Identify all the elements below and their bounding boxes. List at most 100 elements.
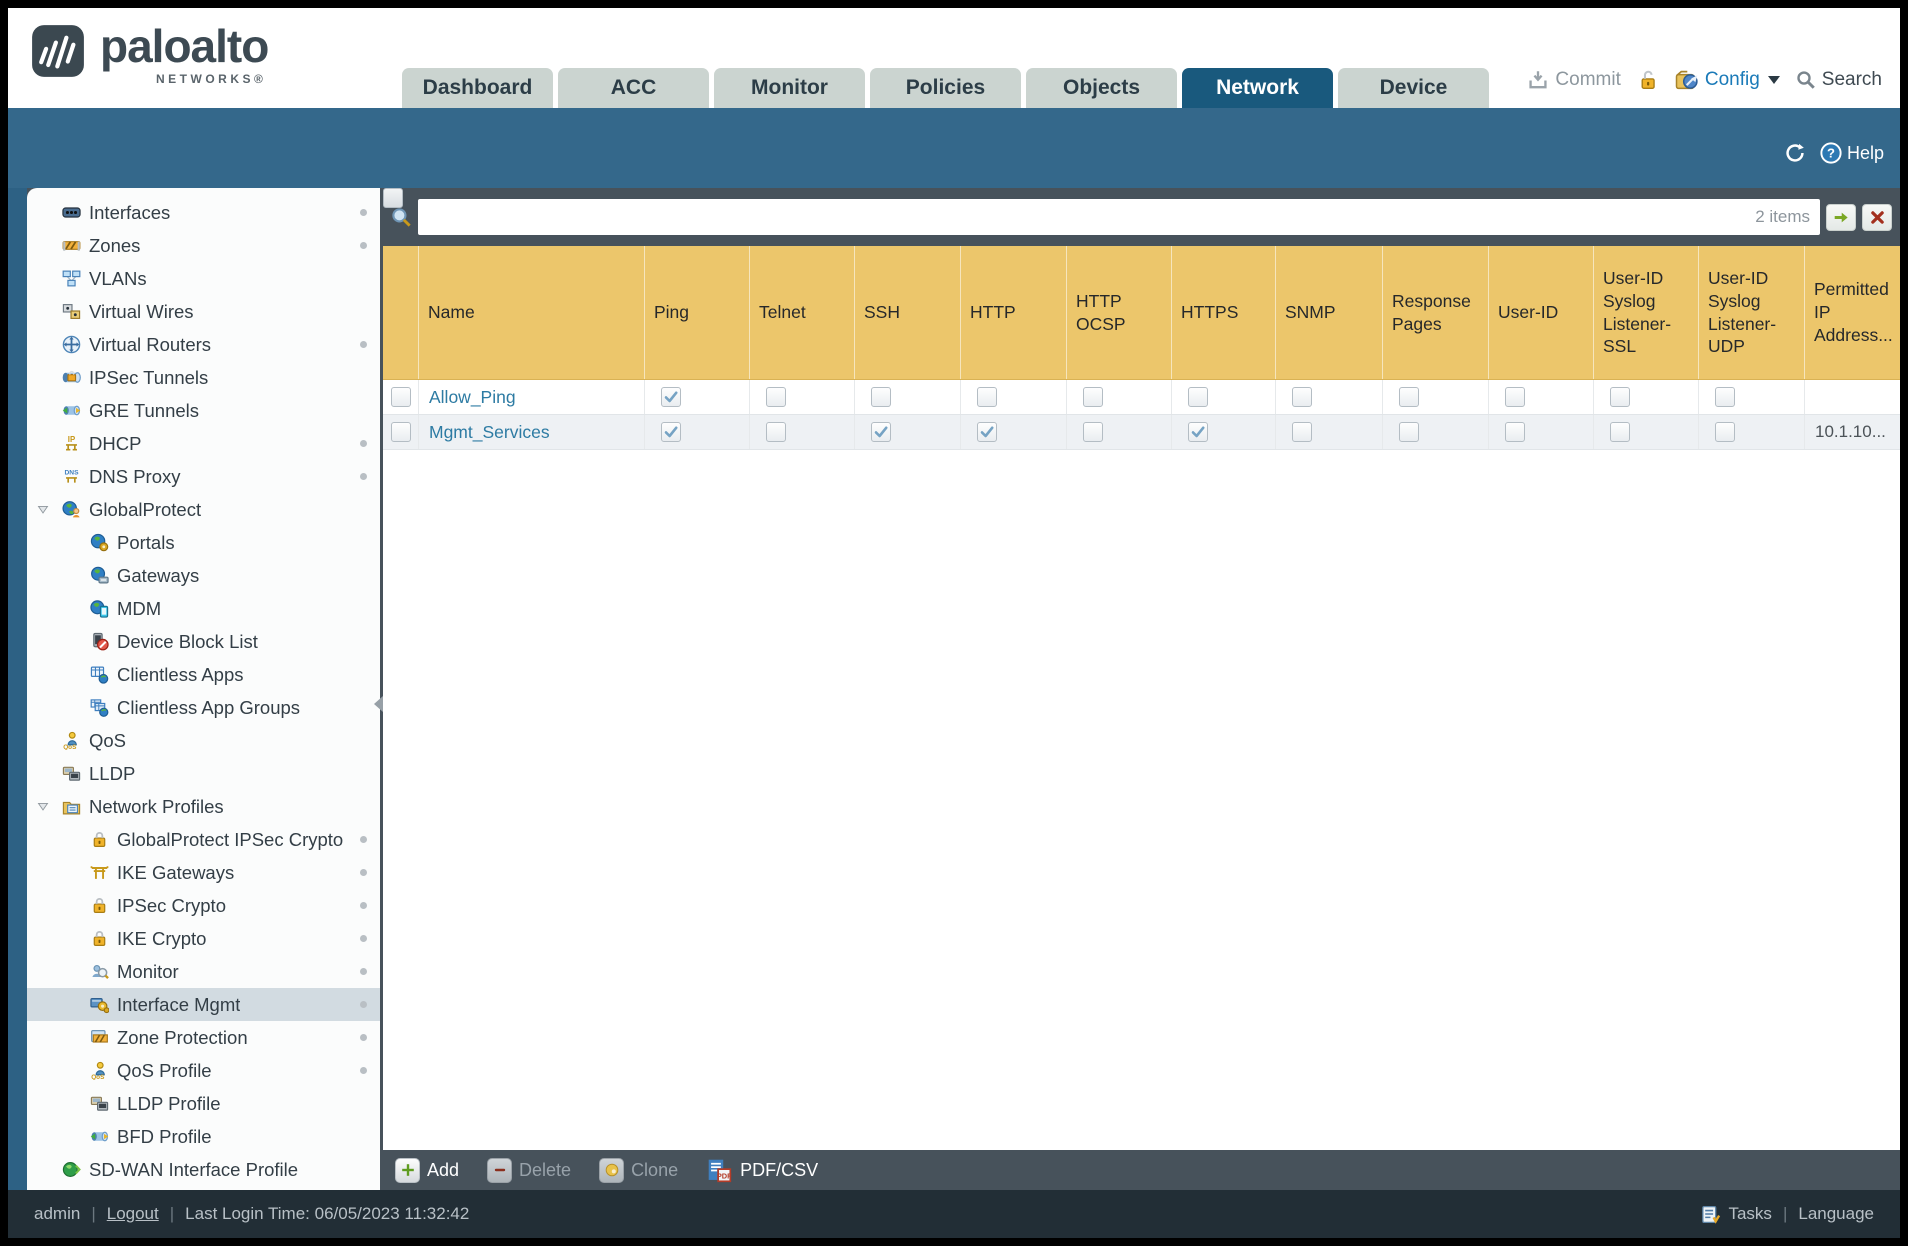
sidebar-collapse-icon[interactable] bbox=[374, 696, 383, 712]
sidebar-item[interactable]: DHCP bbox=[27, 427, 380, 460]
sidebar-item[interactable]: SD-WAN Interface Profile bbox=[27, 1153, 380, 1186]
monitor-profile-icon bbox=[90, 962, 109, 981]
clear-filter-button[interactable] bbox=[1862, 203, 1892, 231]
clone-button[interactable]: Clone bbox=[599, 1157, 678, 1183]
column-header[interactable]: SNMP bbox=[1276, 246, 1383, 379]
sidebar-item[interactable]: QoS Profile bbox=[27, 1054, 380, 1087]
sidebar-item[interactable]: Virtual Wires bbox=[27, 295, 380, 328]
sidebar-item[interactable]: GlobalProtect bbox=[27, 493, 380, 526]
column-header[interactable]: Name bbox=[419, 246, 645, 379]
sidebar-item[interactable]: Device Block List bbox=[27, 625, 380, 658]
sidebar-item[interactable]: IPSec Crypto bbox=[27, 889, 380, 922]
table-row[interactable]: Mgmt_Services 10.1.10... bbox=[383, 415, 1900, 450]
commit-button[interactable]: Commit bbox=[1527, 69, 1621, 91]
language-link[interactable]: Language bbox=[1798, 1204, 1874, 1224]
nav-tab[interactable]: Monitor bbox=[714, 68, 865, 108]
sidebar-item[interactable]: IPSec Tunnels bbox=[27, 361, 380, 394]
table-header: Name Ping Telnet SSH HTTP HTTP OCSP HTTP… bbox=[383, 188, 1902, 380]
row-checkbox[interactable] bbox=[390, 422, 411, 442]
tasks-icon bbox=[1701, 1204, 1722, 1225]
sidebar-item[interactable]: BFD Profile bbox=[27, 1120, 380, 1153]
nav-tab[interactable]: Device bbox=[1338, 68, 1489, 108]
nav-tab[interactable]: Objects bbox=[1026, 68, 1177, 108]
profile-name-link[interactable]: Mgmt_Services bbox=[429, 422, 550, 443]
lock-open-icon[interactable] bbox=[1637, 69, 1659, 91]
row-checkbox[interactable] bbox=[390, 387, 411, 407]
protocol-checkbox bbox=[1505, 387, 1525, 407]
nav-tab[interactable]: Policies bbox=[870, 68, 1021, 108]
pdf-csv-button[interactable]: PDF/CSV bbox=[706, 1157, 818, 1184]
protocol-checkbox bbox=[1188, 387, 1208, 407]
table-row[interactable]: Allow_Ping bbox=[383, 380, 1900, 415]
search-button[interactable]: Search bbox=[1796, 69, 1882, 91]
filter-input[interactable] bbox=[428, 206, 1748, 228]
config-menu[interactable]: Config bbox=[1675, 68, 1780, 92]
sidebar-item[interactable]: Virtual Routers bbox=[27, 328, 380, 361]
commit-label: Commit bbox=[1555, 69, 1621, 90]
sidebar: Interfaces Zones VLANs Virtual Wires Vir… bbox=[27, 188, 380, 1190]
sidebar-item[interactable]: VLANs bbox=[27, 262, 380, 295]
sidebar-item[interactable]: Zones bbox=[27, 229, 380, 262]
sidebar-item-label: IPSec Crypto bbox=[117, 894, 226, 916]
sidebar-item[interactable]: Interface Mgmt bbox=[27, 988, 380, 1021]
column-header[interactable]: Ping bbox=[645, 246, 750, 379]
column-header[interactable]: User-ID Syslog Listener-SSL bbox=[1594, 246, 1699, 379]
protocol-checkbox bbox=[1399, 387, 1419, 407]
refresh-icon[interactable] bbox=[1784, 142, 1806, 164]
mdm-icon bbox=[90, 599, 109, 618]
sidebar-item[interactable]: GRE Tunnels bbox=[27, 394, 380, 427]
select-all-cell bbox=[383, 188, 419, 379]
column-header[interactable]: User-ID bbox=[1489, 246, 1594, 379]
column-header[interactable]: HTTPS bbox=[1172, 246, 1276, 379]
column-header[interactable]: Telnet bbox=[750, 246, 855, 379]
lldp-profile-icon bbox=[90, 1094, 109, 1113]
column-header[interactable]: HTTP bbox=[961, 246, 1067, 379]
nav-tab[interactable]: Network bbox=[1182, 68, 1333, 108]
protocol-checkbox bbox=[766, 387, 786, 407]
column-header[interactable]: SSH bbox=[855, 246, 961, 379]
sidebar-item[interactable]: Clientless App Groups bbox=[27, 691, 380, 724]
sidebar-item[interactable]: GlobalProtect IPSec Crypto bbox=[27, 823, 380, 856]
chevron-down-icon bbox=[1767, 76, 1780, 84]
column-header[interactable]: Permitted IP Address... bbox=[1805, 246, 1902, 379]
apply-filter-button[interactable] bbox=[1826, 203, 1856, 231]
sidebar-item[interactable]: QoS bbox=[27, 724, 380, 757]
sidebar-item[interactable]: Clientless Apps bbox=[27, 658, 380, 691]
sidebar-item[interactable]: Interfaces bbox=[27, 196, 380, 229]
tasks-link[interactable]: Tasks bbox=[1728, 1204, 1771, 1224]
item-dot bbox=[360, 473, 367, 480]
expander-icon[interactable] bbox=[36, 801, 50, 813]
sidebar-item[interactable]: DNS Proxy bbox=[27, 460, 380, 493]
logout-link[interactable]: Logout bbox=[107, 1204, 159, 1224]
add-button[interactable]: Add bbox=[395, 1157, 459, 1183]
sidebar-item-label: Zones bbox=[89, 234, 141, 256]
sidebar-item[interactable]: Monitor bbox=[27, 955, 380, 988]
help-button[interactable]: Help bbox=[1820, 142, 1884, 164]
expander-icon[interactable] bbox=[36, 504, 50, 516]
select-all-checkbox[interactable] bbox=[383, 188, 403, 208]
nav-tab[interactable]: ACC bbox=[558, 68, 709, 108]
column-header[interactable]: User-ID Syslog Listener-UDP bbox=[1699, 246, 1805, 379]
sidebar-item[interactable]: Portals bbox=[27, 526, 380, 559]
profile-name-link[interactable]: Allow_Ping bbox=[429, 387, 516, 408]
sidebar-item[interactable]: IKE Crypto bbox=[27, 922, 380, 955]
sidebar-item[interactable]: Network Profiles bbox=[27, 790, 380, 823]
sidebar-item-label: Device Block List bbox=[117, 630, 258, 652]
protocol-checkbox bbox=[661, 422, 681, 442]
protocol-checkbox bbox=[871, 387, 891, 407]
item-dot bbox=[360, 968, 367, 975]
qos-profile-icon bbox=[90, 1061, 109, 1080]
sidebar-item[interactable]: LLDP Profile bbox=[27, 1087, 380, 1120]
column-header[interactable]: HTTP OCSP bbox=[1067, 246, 1172, 379]
sidebar-item[interactable]: MDM bbox=[27, 592, 380, 625]
sidebar-item[interactable]: Gateways bbox=[27, 559, 380, 592]
sidebar-item[interactable]: LLDP bbox=[27, 757, 380, 790]
column-header[interactable]: Response Pages bbox=[1383, 246, 1489, 379]
delete-button[interactable]: Delete bbox=[487, 1157, 571, 1183]
protocol-checkbox bbox=[1292, 422, 1312, 442]
sidebar-item[interactable]: IKE Gateways bbox=[27, 856, 380, 889]
search-label: Search bbox=[1821, 69, 1882, 90]
sidebar-item[interactable]: Zone Protection bbox=[27, 1021, 380, 1054]
status-bar: admin | Logout | Last Login Time: 06/05/… bbox=[8, 1190, 1900, 1238]
nav-tab[interactable]: Dashboard bbox=[402, 68, 553, 108]
